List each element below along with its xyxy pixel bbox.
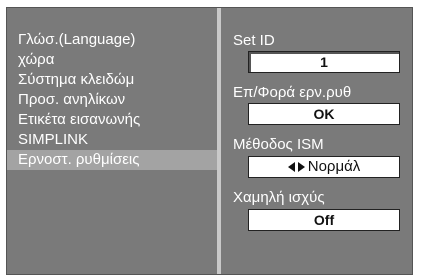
menu-item-simplink[interactable]: SIMPLINK <box>7 130 217 150</box>
menu-item-parental-control[interactable]: Προσ. ανηλίκων <box>7 90 217 110</box>
low-power-toggle[interactable]: Off <box>248 209 400 231</box>
set-id-label: Set ID <box>233 32 275 49</box>
set-id-field[interactable]: 1 <box>248 51 400 73</box>
menu-item-input-label[interactable]: Ετικέτα εισανωνής <box>7 110 217 130</box>
ism-method-value: Νορμάλ <box>307 158 361 175</box>
reset-label: Επ/Φορά ερν.ρυθ <box>233 84 352 101</box>
menu-list: Γλώσ.(Language) χώρα Σύστημα κλειδώμ Προ… <box>7 8 217 274</box>
arrow-right-icon[interactable] <box>297 162 305 172</box>
arrow-left-icon[interactable] <box>287 162 295 172</box>
menu-item-country[interactable]: χώρα <box>7 50 217 70</box>
ism-method-label: Μέθοδος ISM <box>233 136 324 153</box>
reset-ok-button[interactable]: OK <box>248 103 400 125</box>
settings-panel: Set ID 1 Επ/Φορά ερν.ρυθ OK Μέθοδος ISM … <box>221 8 412 274</box>
menu-item-factory-settings[interactable]: Ερνοστ. ρυθμίσεις <box>7 150 217 170</box>
ism-method-selector[interactable]: Νορμάλ <box>248 156 400 178</box>
menu-item-lock-system[interactable]: Σύστημα κλειδώμ <box>7 70 217 90</box>
low-power-label: Χαμηλή ισχύς <box>233 189 325 206</box>
osd-menu-frame: Γλώσ.(Language) χώρα Σύστημα κλειδώμ Προ… <box>6 7 413 275</box>
menu-item-language[interactable]: Γλώσ.(Language) <box>7 30 217 50</box>
